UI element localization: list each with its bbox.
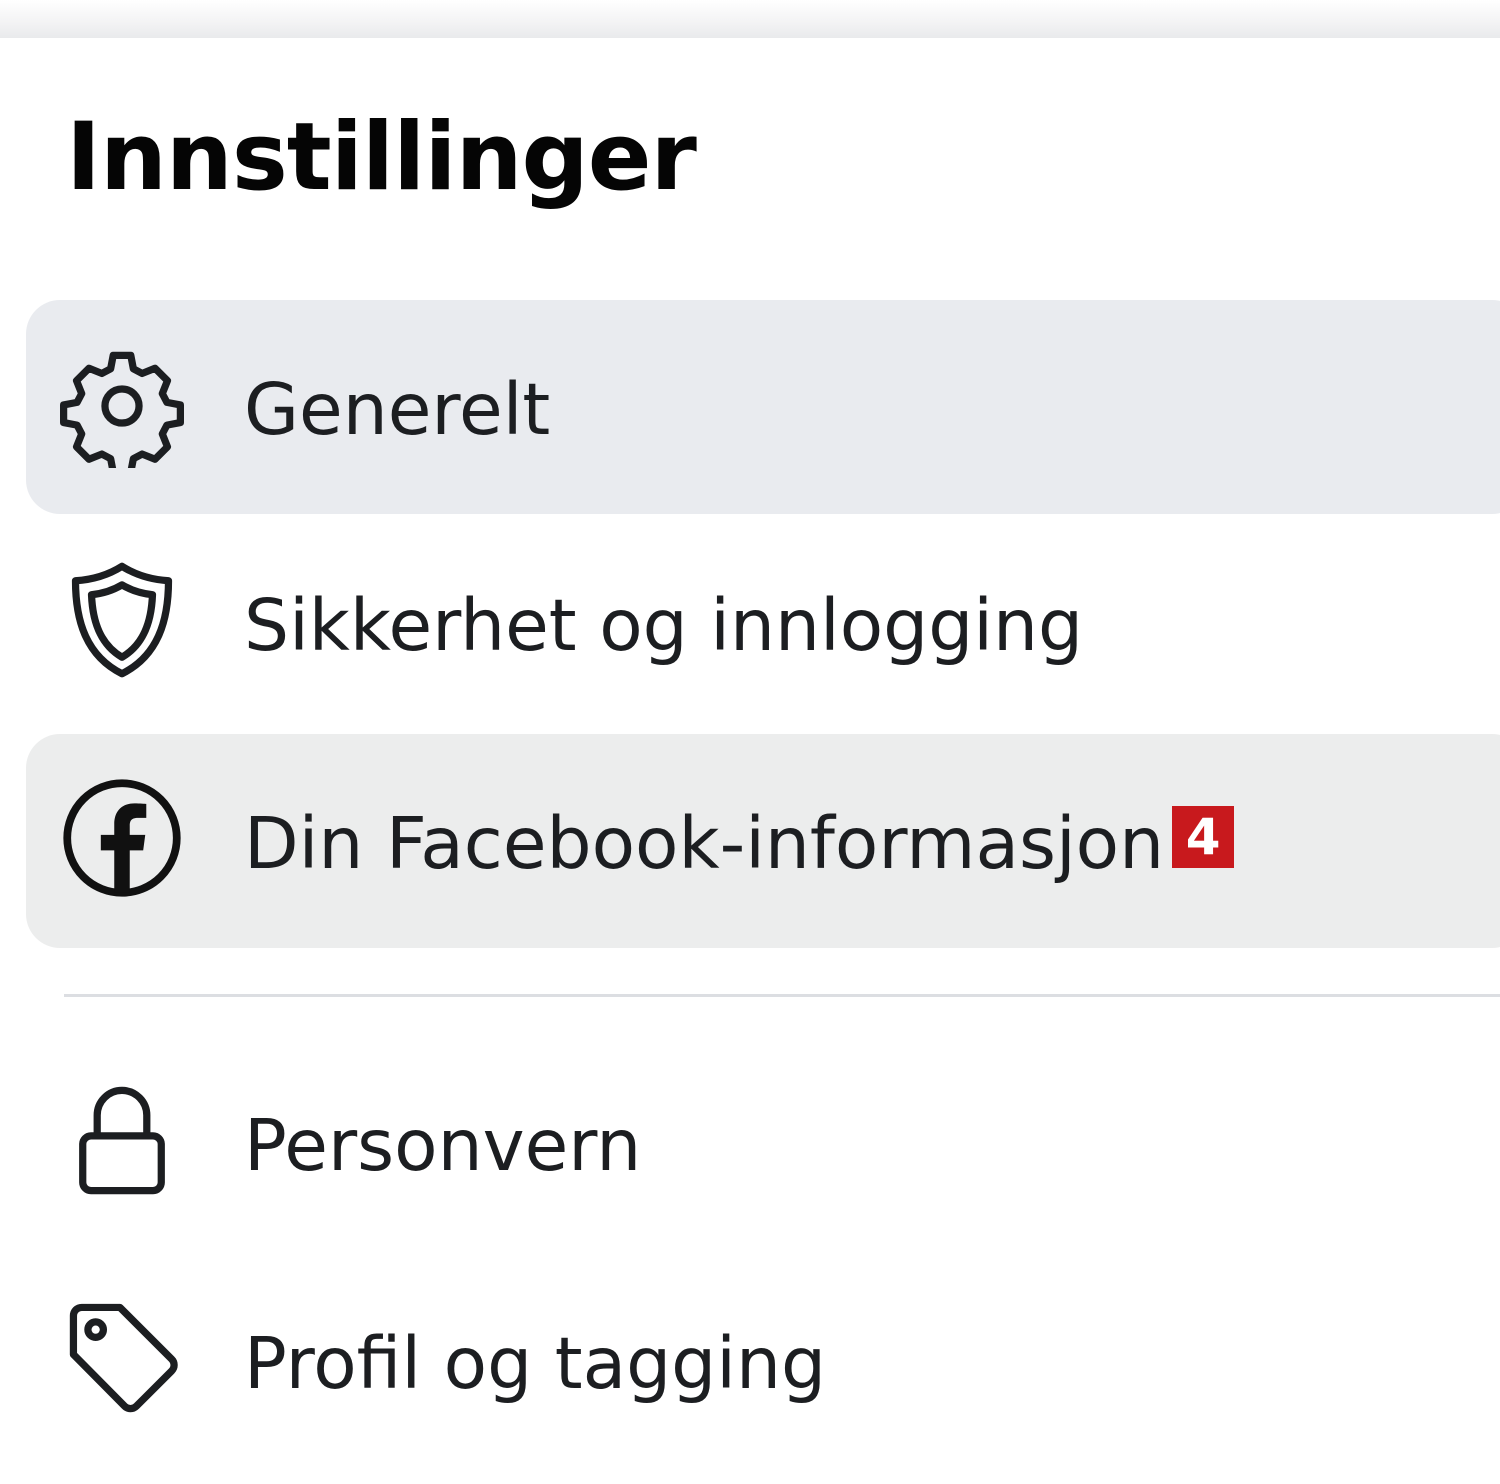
sidebar-item-label-text: Din Facebook-informasjon <box>244 802 1165 885</box>
sidebar-item-label: Personvern <box>244 1104 642 1187</box>
sidebar-item-label: Sikkerhet og innlogging <box>244 584 1084 667</box>
sidebar-item-security[interactable]: Sikkerhet og innlogging <box>26 516 1500 730</box>
notification-badge: 4 <box>1172 806 1235 868</box>
top-bar <box>0 0 1500 38</box>
sidebar-item-privacy[interactable]: Personvern <box>26 1036 1500 1250</box>
tag-icon <box>60 1294 184 1418</box>
lock-icon <box>60 1078 184 1202</box>
settings-panel: Innstillinger Generelt Sikkerhet og innl… <box>0 38 1500 1484</box>
page-title: Innstillinger <box>66 103 697 212</box>
divider <box>64 994 1500 997</box>
gear-icon <box>60 344 184 468</box>
sidebar-item-label: Generelt <box>244 368 551 451</box>
sidebar-item-facebook-information[interactable]: Din Facebook-informasjon 4 <box>26 734 1500 948</box>
shield-icon <box>60 558 184 682</box>
sidebar-item-label: Profil og tagging <box>244 1322 827 1405</box>
sidebar-item-label: Din Facebook-informasjon 4 <box>244 806 1235 879</box>
facebook-icon <box>60 776 184 900</box>
sidebar-item-profile-tagging[interactable]: Profil og tagging <box>26 1254 1500 1468</box>
sidebar-item-general[interactable]: Generelt <box>26 300 1500 514</box>
